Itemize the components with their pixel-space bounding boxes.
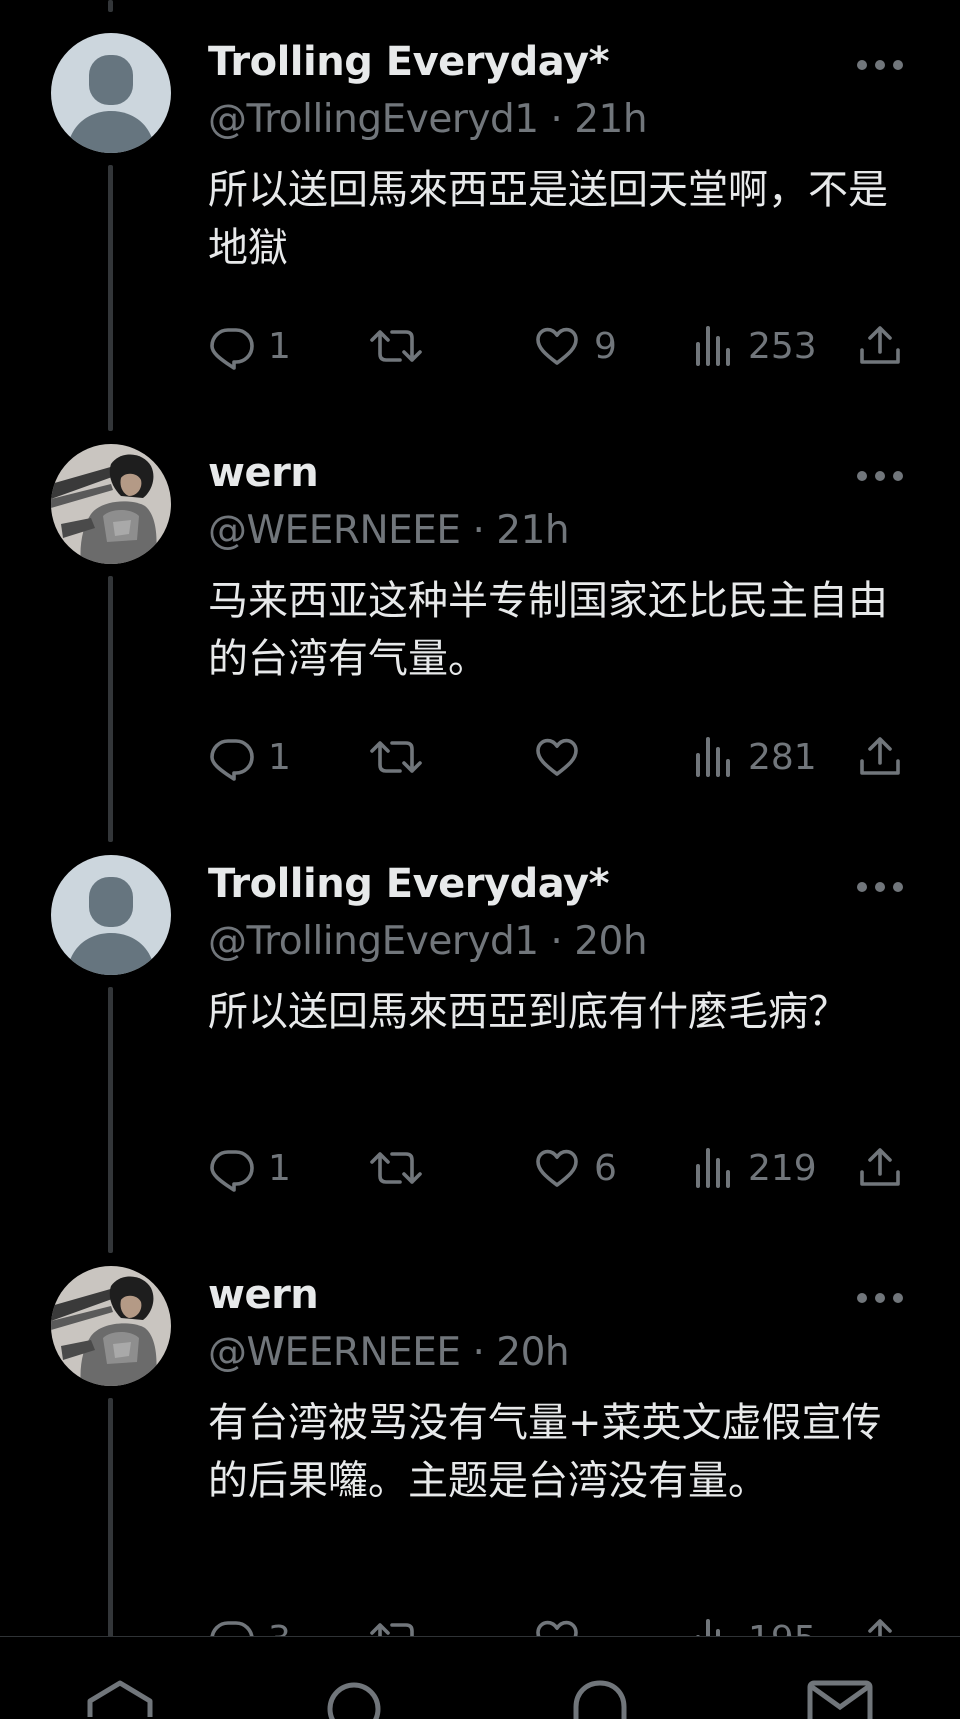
reply-bubble-icon: [210, 739, 254, 781]
reply-count: 1: [268, 1147, 291, 1189]
handle[interactable]: @WEERNEEE: [208, 1330, 461, 1375]
more-horizontal-icon[interactable]: [856, 55, 904, 75]
separator: ·: [472, 1330, 485, 1375]
tweet-meta: @TrollingEveryd1 · 20h: [208, 919, 648, 964]
heart-icon: [536, 738, 578, 776]
handle[interactable]: @TrollingEveryd1: [208, 97, 539, 142]
display-name[interactable]: Trolling Everyday*: [208, 39, 609, 85]
heart-icon: [536, 1149, 578, 1187]
tweet-meta: @WEERNEEE · 21h: [208, 508, 570, 553]
views-button[interactable]: 219: [692, 1138, 817, 1198]
view-count: 219: [748, 1147, 817, 1189]
bottom-navigation-bar: [0, 1636, 960, 1719]
search-icon[interactable]: [324, 1679, 384, 1719]
timestamp[interactable]: 20h: [496, 1330, 569, 1375]
like-button[interactable]: 9: [532, 316, 617, 376]
avatar[interactable]: [51, 1266, 171, 1386]
more-horizontal-icon[interactable]: [856, 1288, 904, 1308]
retweet-icon: [370, 330, 422, 362]
separator: ·: [550, 919, 563, 964]
timestamp[interactable]: 21h: [574, 97, 647, 142]
tweet[interactable]: Trolling Everyday* @TrollingEveryd1 · 20…: [0, 855, 960, 1266]
reply-button[interactable]: 1: [208, 316, 291, 376]
avatar[interactable]: [51, 855, 171, 975]
display-name[interactable]: wern: [208, 1272, 319, 1318]
share-button[interactable]: [856, 1138, 904, 1198]
avatar[interactable]: [51, 33, 171, 153]
heart-icon: [536, 327, 578, 365]
views-bar-chart-icon: [696, 326, 730, 366]
views-button[interactable]: 253: [692, 316, 817, 376]
default-avatar-icon: [51, 855, 171, 975]
more-horizontal-icon[interactable]: [856, 877, 904, 897]
reply-bubble-icon: [210, 1150, 254, 1192]
retweet-button[interactable]: [368, 727, 436, 787]
views-bar-chart-icon: [696, 1148, 730, 1188]
character-avatar-icon: [51, 444, 171, 564]
view-count: 253: [748, 325, 817, 367]
tweet-meta: @TrollingEveryd1 · 21h: [208, 97, 648, 142]
reply-button[interactable]: 1: [208, 1138, 291, 1198]
views-bar-chart-icon: [696, 737, 730, 777]
tweet-text: 所以送回馬來西亞是送回天堂啊，不是地獄: [208, 167, 888, 271]
retweet-button[interactable]: [368, 316, 436, 376]
tweet[interactable]: wern @WEERNEEE · 21h 马来西亚这种半专制国家还比民主自由的台…: [0, 444, 960, 855]
separator: ·: [472, 508, 485, 553]
reply-bubble-icon: [210, 328, 254, 370]
handle[interactable]: @TrollingEveryd1: [208, 919, 539, 964]
more-horizontal-icon[interactable]: [856, 466, 904, 486]
default-avatar-icon: [51, 33, 171, 153]
like-count: 6: [594, 1147, 617, 1189]
reply-button[interactable]: 1: [208, 727, 291, 787]
tweet-actions: 1 6 219: [0, 1138, 960, 1198]
separator: ·: [550, 97, 563, 142]
retweet-button[interactable]: [368, 1138, 436, 1198]
home-icon[interactable]: [86, 1679, 154, 1719]
tweet-text: 马来西亚这种半专制国家还比民主自由的台湾有气量。: [208, 578, 888, 682]
display-name[interactable]: Trolling Everyday*: [208, 861, 609, 907]
share-button[interactable]: [856, 727, 904, 787]
share-upload-icon: [860, 1148, 900, 1186]
retweet-icon: [370, 741, 422, 773]
like-count: 9: [594, 325, 617, 367]
share-upload-icon: [860, 737, 900, 775]
reply-count: 1: [268, 736, 291, 778]
like-button[interactable]: 6: [532, 1138, 617, 1198]
share-button[interactable]: [856, 316, 904, 376]
thread-line: [108, 0, 113, 12]
timestamp[interactable]: 20h: [574, 919, 647, 964]
reply-count: 1: [268, 325, 291, 367]
tweet-text: 有台湾被骂没有气量+菜英文虚假宣传的后果囖。主题是台湾没有量。: [208, 1400, 882, 1504]
view-count: 281: [748, 736, 817, 778]
share-upload-icon: [860, 326, 900, 364]
tweet[interactable]: Trolling Everyday* @TrollingEveryd1 · 21…: [0, 33, 960, 444]
messages-icon[interactable]: [806, 1679, 874, 1719]
views-button[interactable]: 281: [692, 727, 817, 787]
timestamp[interactable]: 21h: [496, 508, 569, 553]
retweet-icon: [370, 1152, 422, 1184]
tweet-meta: @WEERNEEE · 20h: [208, 1330, 570, 1375]
notifications-icon[interactable]: [570, 1679, 630, 1719]
like-button[interactable]: [532, 727, 594, 787]
handle[interactable]: @WEERNEEE: [208, 508, 461, 553]
avatar[interactable]: [51, 444, 171, 564]
display-name[interactable]: wern: [208, 450, 319, 496]
character-avatar-icon: [51, 1266, 171, 1386]
tweet-actions: 1 9 253: [0, 316, 960, 376]
tweet-text: 所以送回馬來西亞到底有什麼毛病？: [208, 989, 848, 1035]
tweet-actions: 1 281: [0, 727, 960, 787]
